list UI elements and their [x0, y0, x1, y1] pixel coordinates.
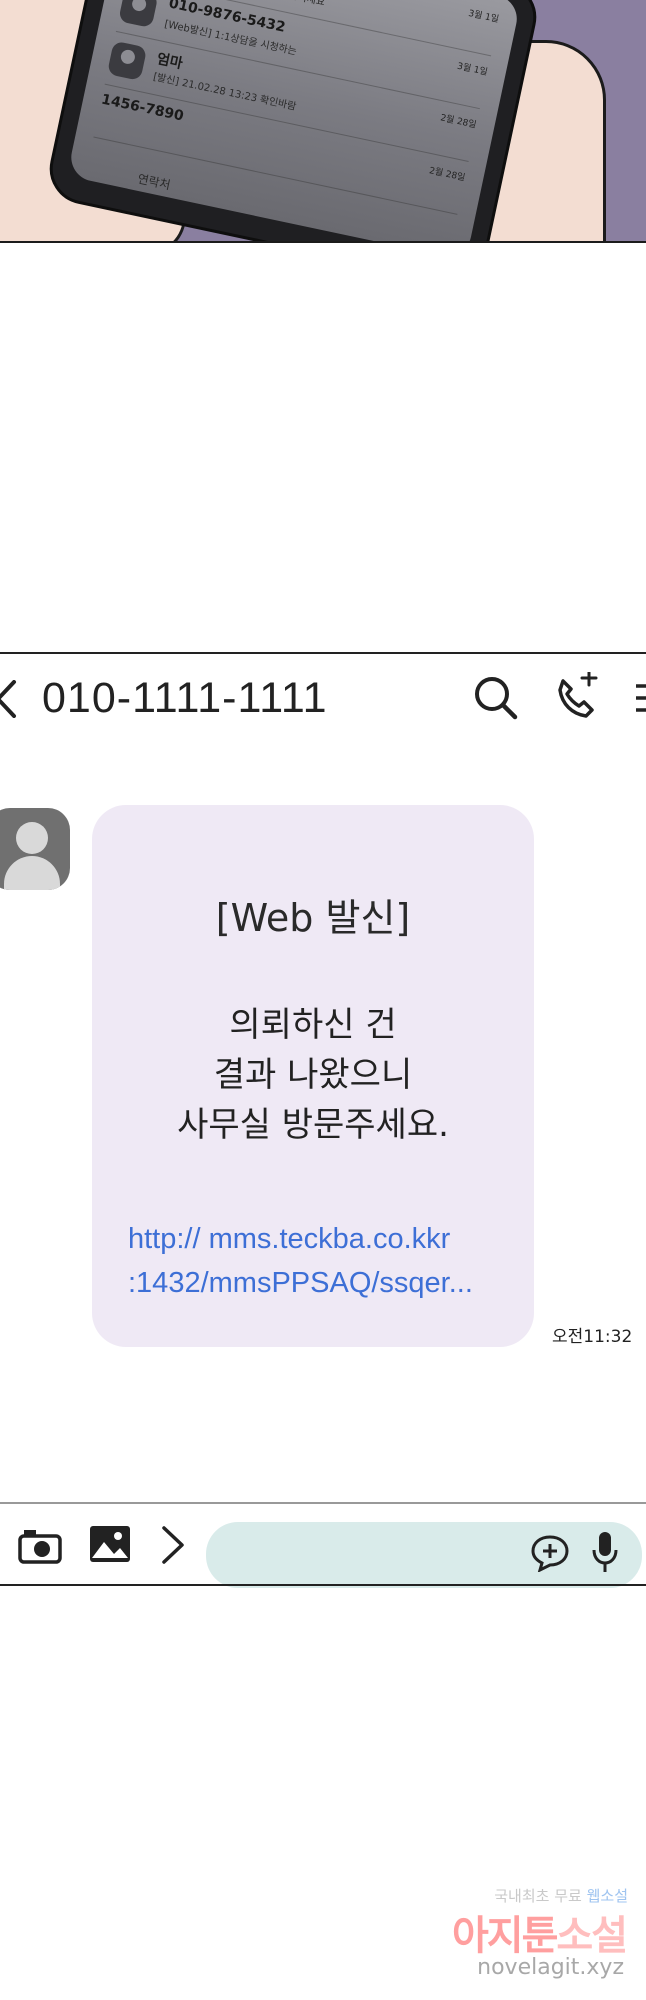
- chevron-right-icon[interactable]: [160, 1524, 186, 1566]
- sender-avatar[interactable]: [0, 808, 70, 890]
- phone-message-date: 2월 28일: [428, 166, 466, 184]
- watermark-logo-text: 아지툰: [451, 1913, 558, 1959]
- phone-message-date: 3월 1일: [467, 8, 500, 26]
- message-link[interactable]: http:// mms.teckba.co.kkr :1432/mmsPPSAQ…: [128, 1217, 514, 1305]
- watermark-url: novelagit.xyz: [477, 1955, 624, 1980]
- back-arrow-icon[interactable]: [0, 680, 20, 718]
- watermark: 국내최초 무료 웹소설 아지툰소설 novelagit.xyz: [432, 1885, 632, 1985]
- message-input[interactable]: [206, 1522, 642, 1588]
- contact-phone-number: 010-1111-1111: [42, 674, 328, 722]
- message-body: 의뢰하신 건 결과 나왔으니 사무실 방문주세요.: [92, 1000, 534, 1150]
- comic-panel: 1888-4567 [Web발신] 결과나와서방문하시세요 3월 1일 010-…: [0, 0, 646, 243]
- input-bar-bottom-border: [0, 1584, 646, 1586]
- avatar-body: [4, 856, 60, 890]
- phone-illustration: 1888-4567 [Web발신] 결과나와서방문하시세요 3월 1일 010-…: [43, 0, 543, 243]
- gallery-icon[interactable]: [88, 1524, 132, 1564]
- contact-avatar-icon: [118, 0, 159, 29]
- input-bar: [0, 1504, 646, 1588]
- chat-header: 010-1111-1111: [0, 654, 646, 744]
- message-body-line: 의뢰하신 건: [229, 1005, 397, 1045]
- message-bubble[interactable]: [Web 발신] 의뢰하신 건 결과 나왔으니 사무실 방문주세요. http:…: [92, 805, 534, 1347]
- avatar-head: [16, 822, 48, 854]
- camera-icon[interactable]: [18, 1528, 62, 1564]
- phone-contacts-label: 연락처: [136, 171, 172, 193]
- watermark-logo-highlight: 소설: [556, 1913, 628, 1959]
- contact-avatar-icon: [106, 40, 148, 81]
- message-link-line[interactable]: :1432/mmsPPSAQ/ssqer...: [128, 1261, 514, 1305]
- phone-message-date: 2월 28일: [439, 113, 478, 131]
- phone-call-icon[interactable]: [552, 669, 602, 722]
- message-body-line: 사무실 방문주세요.: [177, 1105, 449, 1145]
- message-body-line: 결과 나왔으니: [213, 1055, 413, 1095]
- message-title: [Web 발신]: [215, 896, 411, 940]
- panel-border: [0, 241, 646, 243]
- message-link-line[interactable]: http:// mms.teckba.co.kkr: [128, 1217, 514, 1261]
- message-timestamp: 오전11:32: [552, 1327, 633, 1347]
- phone-message-date: 3월 1일: [456, 61, 489, 78]
- microphone-icon[interactable]: [592, 1530, 618, 1574]
- search-icon[interactable]: [472, 674, 518, 720]
- phone-screen: 1888-4567 [Web발신] 결과나와서방문하시세요 3월 1일 010-…: [66, 0, 522, 243]
- watermark-logo: 아지툰소설: [451, 1903, 628, 1961]
- menu-icon[interactable]: [634, 680, 646, 716]
- emoji-add-icon[interactable]: [530, 1534, 570, 1573]
